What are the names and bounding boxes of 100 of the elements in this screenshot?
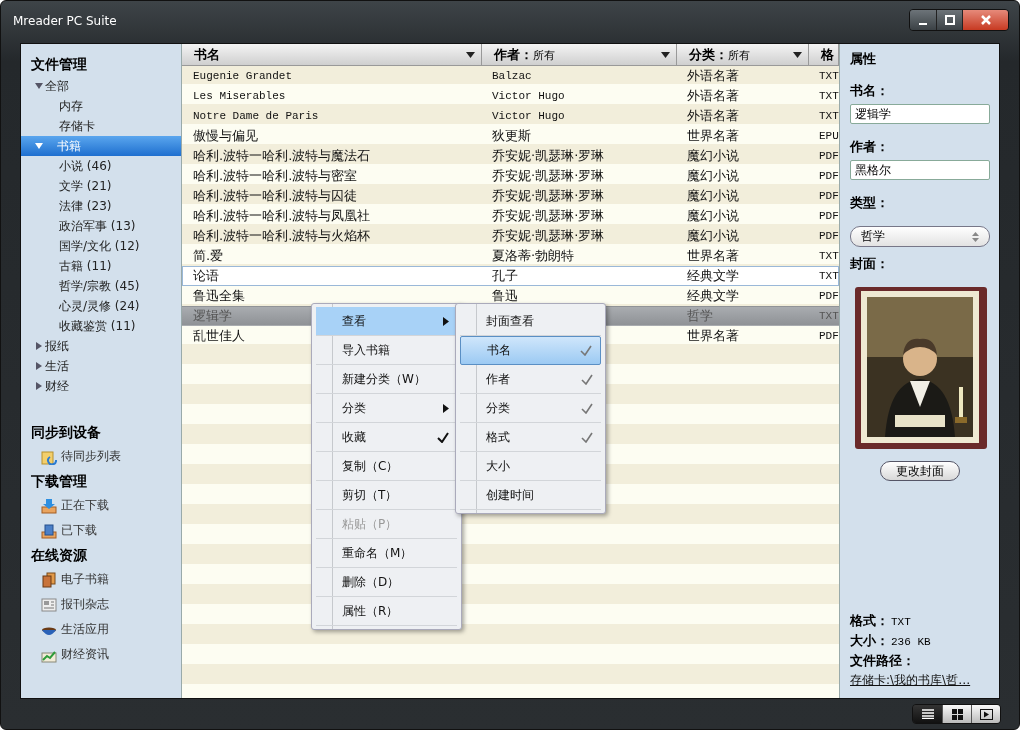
menu-item[interactable]: 删除（D） [316, 568, 457, 597]
column-header[interactable]: 分类：所有 [677, 44, 809, 65]
table-row[interactable]: 哈利.波特一哈利.波特与密室 乔安妮·凯瑟琳·罗琳 魔幻小说 PDF [182, 166, 839, 186]
table-row[interactable]: Notre Dame de Paris Victor Hugo 外语名著 TXT [182, 106, 839, 126]
table-row[interactable]: Eugenie Grandet Balzac 外语名著 TXT [182, 66, 839, 86]
title-field[interactable]: 逻辑学 [850, 104, 990, 124]
table-cell: PDF [819, 150, 839, 162]
tree-item[interactable]: 心灵/灵修 (24) [21, 296, 181, 316]
table-cell: PDF [819, 210, 839, 222]
menu-item[interactable]: 格式 [460, 423, 601, 452]
expanded-arrow-icon[interactable] [35, 82, 43, 90]
info-label: 大小： [850, 632, 889, 650]
close-button[interactable] [962, 10, 1008, 30]
table-cell: 世界名著 [687, 128, 739, 143]
table-cell: 世界名著 [687, 328, 739, 343]
tree-item[interactable]: 生活 [21, 356, 181, 376]
change-cover-button[interactable]: 更改封面 [879, 461, 960, 481]
table-cell: 狄更斯 [492, 128, 531, 143]
collapsed-arrow-icon[interactable] [35, 382, 43, 390]
table-cell: 乔安妮·凯瑟琳·罗琳 [492, 168, 605, 183]
view-mode-button[interactable] [942, 705, 971, 723]
menu-item[interactable]: 书名 [460, 336, 601, 365]
tree-item[interactable]: 国学/文化 (12) [21, 236, 181, 256]
expanded-arrow-icon[interactable] [35, 142, 43, 150]
table-cell: 乱世佳人 [193, 328, 245, 343]
table-row[interactable]: 论语 孔子 经典文学 TXT [182, 266, 839, 286]
sidebar-link[interactable]: 正在下载 [61, 497, 109, 514]
author-field[interactable]: 黑格尔 [850, 160, 990, 180]
tree-item[interactable]: 小说 (46) [21, 156, 181, 176]
table-cell: Victor Hugo [492, 110, 565, 122]
tree-item[interactable]: 书籍 [21, 136, 181, 156]
menu-item[interactable]: 重命名（M） [316, 539, 457, 568]
check-icon [437, 431, 449, 443]
dropdown-arrow-icon[interactable] [793, 51, 802, 58]
collapsed-arrow-icon[interactable] [35, 362, 43, 370]
menu-item[interactable]: 查看 [316, 307, 457, 336]
tree-item[interactable]: 古籍 (11) [21, 256, 181, 276]
table-cell: 乔安妮·凯瑟琳·罗琳 [492, 228, 605, 243]
table-cell: PDF [819, 330, 839, 342]
table-cell: 经典文学 [687, 288, 739, 303]
table-cell: 魔幻小说 [687, 148, 739, 163]
sidebar-link[interactable]: 待同步列表 [61, 448, 121, 465]
table-row[interactable]: 鲁迅全集 鲁迅 经典文学 PDF [182, 286, 839, 306]
menu-item[interactable]: 属性（R） [316, 597, 457, 626]
list-view-icon [921, 709, 934, 719]
file-path-link[interactable]: 存储卡:\我的书库\哲… [850, 672, 971, 689]
table-cell: 经典文学 [687, 268, 739, 283]
collapsed-arrow-icon[interactable] [35, 342, 43, 350]
sidebar-link[interactable]: 财经资讯 [61, 646, 109, 663]
table-row[interactable]: 哈利.波特一哈利.波特与魔法石 乔安妮·凯瑟琳·罗琳 魔幻小说 PDF [182, 146, 839, 166]
dropdown-arrow-icon[interactable] [466, 51, 475, 58]
tree-item[interactable]: 财经 [21, 376, 181, 396]
table-cell: TXT [819, 250, 839, 262]
field-label: 作者： [850, 138, 890, 156]
table-cell: 乔安妮·凯瑟琳·罗琳 [492, 208, 605, 223]
table-cell: 哈利.波特一哈利.波特与火焰杯 [193, 228, 371, 243]
table-row[interactable]: 简.爱 夏洛蒂·勃朗特 世界名著 TXT [182, 246, 839, 266]
table-cell: 世界名著 [687, 248, 739, 263]
tree-item[interactable]: 收藏鉴赏 (11) [21, 316, 181, 336]
dropdown-arrow-icon[interactable] [661, 51, 670, 58]
table-row[interactable]: 傲慢与偏见 狄更斯 世界名著 EPU [182, 126, 839, 146]
table-cell: 鲁迅 [492, 288, 518, 303]
table-cell: 魔幻小说 [687, 208, 739, 223]
table-row[interactable]: Les Miserables Victor Hugo 外语名著 TXT [182, 86, 839, 106]
view-mode-button[interactable] [913, 705, 942, 723]
view-mode-button[interactable] [971, 705, 1000, 723]
sidebar-heading: 同步到设备 [30, 423, 102, 442]
minimize-button[interactable] [910, 10, 936, 30]
tree-item[interactable]: 文学 (21) [21, 176, 181, 196]
menu-item[interactable]: 分类 [460, 394, 601, 423]
tree-item[interactable]: 政治军事 (13) [21, 216, 181, 236]
field-label: 类型： [850, 194, 890, 212]
table-row[interactable]: 哈利.波特一哈利.波特与囚徒 乔安妮·凯瑟琳·罗琳 魔幻小说 PDF [182, 186, 839, 206]
minimize-icon [919, 23, 927, 25]
sidebar-link[interactable]: 生活应用 [61, 621, 109, 638]
tree-item[interactable]: 法律 (23) [21, 196, 181, 216]
sidebar-link[interactable]: 报刊杂志 [61, 596, 109, 613]
tree-item[interactable]: 全部 [21, 76, 181, 96]
menu-item[interactable]: 创建时间 [460, 481, 601, 510]
column-header[interactable]: 作者：所有 [482, 44, 677, 65]
table-row[interactable]: 哈利.波特一哈利.波特与凤凰社 乔安妮·凯瑟琳·罗琳 魔幻小说 PDF [182, 206, 839, 226]
tree-item[interactable]: 哲学/宗教 (45) [21, 276, 181, 296]
table-cell: 夏洛蒂·勃朗特 [492, 248, 575, 263]
tree-item[interactable]: 存储卡 [21, 116, 181, 136]
maximize-button[interactable] [936, 10, 962, 30]
column-header[interactable]: 书名 [182, 44, 482, 65]
table-row[interactable]: 哈利.波特一哈利.波特与火焰杯 乔安妮·凯瑟琳·罗琳 魔幻小说 PDF [182, 226, 839, 246]
sidebar-heading: 文件管理 [30, 55, 88, 74]
type-select[interactable]: 哲学 [850, 226, 990, 247]
sidebar-link[interactable]: 电子书籍 [61, 571, 109, 588]
info-value: TXT [891, 616, 911, 628]
table-cell: PDF [819, 290, 839, 302]
field-label: 书名： [850, 82, 890, 100]
table-cell: 魔幻小说 [687, 168, 739, 183]
sidebar-link[interactable]: 已下载 [61, 522, 97, 539]
menu-item[interactable]: 大小 [460, 452, 601, 481]
menu-item[interactable]: 作者 [460, 365, 601, 394]
tree-item[interactable]: 内存 [21, 96, 181, 116]
table-cell: TXT [819, 270, 839, 282]
tree-item[interactable]: 报纸 [21, 336, 181, 356]
